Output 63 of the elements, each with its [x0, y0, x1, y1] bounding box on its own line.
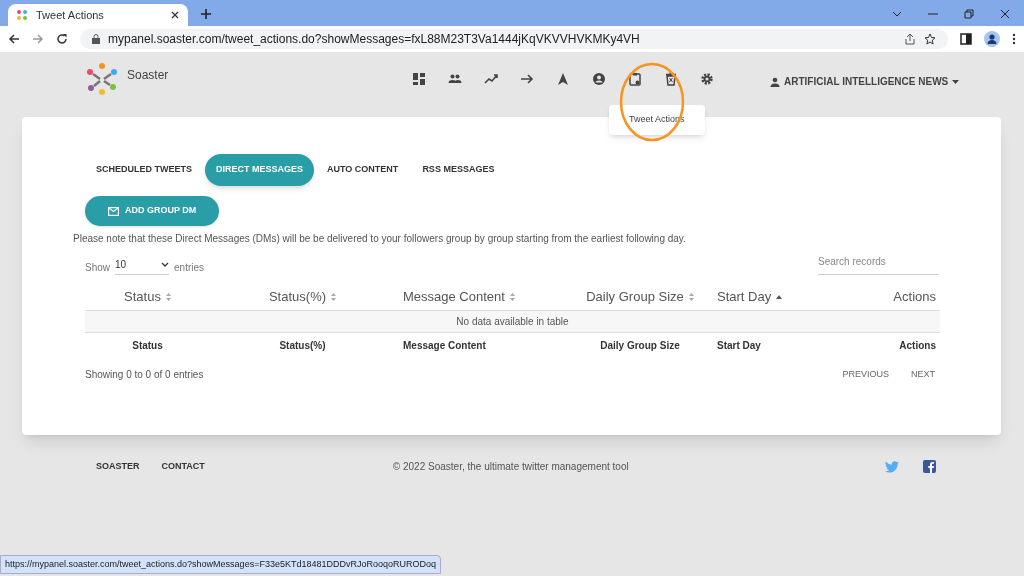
logo-icon[interactable] [85, 62, 119, 96]
column-header: Actions [893, 287, 936, 306]
pagination-button[interactable]: PREVIOUS [842, 367, 889, 382]
column-header[interactable]: Daily Group Size [586, 286, 684, 307]
column-header[interactable]: Message Content [403, 286, 505, 307]
entries-select[interactable]: 10 [115, 257, 169, 275]
column-footer: Actions [899, 337, 936, 353]
mail-icon [108, 206, 119, 216]
trash-icon[interactable] [664, 72, 678, 86]
clipboard-icon[interactable] [628, 72, 642, 86]
star-icon [924, 33, 936, 45]
tab[interactable]: AUTO CONTENT [316, 154, 410, 186]
copyright-text: © 2022 Soaster, the ultimate twitter management tool [392, 460, 629, 474]
app-logo-icon [16, 9, 28, 21]
share-icon [904, 33, 916, 45]
column-footer: Status [132, 337, 163, 353]
column-header[interactable]: Status [124, 286, 161, 307]
browser-tab[interactable]: Tweet Actions [8, 4, 188, 26]
people-icon[interactable] [448, 72, 462, 86]
tab-title: Tweet Actions [36, 7, 105, 23]
notice-text: Please note that these Direct Messages (DMs) will be be delivered to your followers group by group starting from the earliest following day. [73, 232, 687, 246]
chevron-down-icon[interactable] [892, 11, 902, 17]
address-bar[interactable]: mypanel.soaster.com/tweet_actions.do?showMessages=fxL88M23T3Va1444jKqVKVVHVKMKy4VH [80, 29, 948, 49]
footer-link[interactable]: SOASTER [96, 459, 140, 474]
trending-up-icon[interactable] [484, 72, 498, 86]
column-footer: Status(%) [279, 337, 326, 353]
tab[interactable]: SCHEDULED TWEETS [85, 154, 203, 186]
show-label: Show [85, 261, 110, 275]
more-icon[interactable] [1012, 33, 1016, 45]
close-icon[interactable] [1000, 9, 1010, 19]
column-footer: Start Day [717, 337, 761, 353]
chevron-down-icon [161, 262, 169, 267]
empty-table-row: No data available in table [85, 311, 940, 333]
account-menu[interactable]: ARTIFICIAL INTELLIGENCE NEWS [770, 74, 960, 89]
entries-label: entries [174, 261, 205, 275]
new-tab-icon[interactable] [200, 8, 212, 20]
column-header[interactable]: Status(%) [268, 286, 327, 307]
column-header[interactable]: Start Day [717, 286, 772, 307]
person-icon [770, 76, 780, 87]
search-field[interactable]: Search records [818, 254, 938, 275]
arrow-right-icon[interactable] [520, 72, 534, 86]
reload-icon[interactable] [56, 33, 68, 45]
column-footer: Message Content [403, 337, 486, 353]
restore-icon[interactable] [964, 9, 974, 19]
status-url: https://mypanel.soaster.com/tweet_actions.do?showMessages=F33e5KTd18481DDDvRJoRooqoRURODoq [0, 554, 441, 574]
dropdown-caret-icon [952, 79, 960, 84]
footer-link[interactable]: CONTACT [161, 459, 205, 474]
settings-icon[interactable] [700, 72, 714, 86]
tab[interactable]: RSS MESSAGES [411, 154, 506, 186]
table-info: Showing 0 to 0 of 0 entries [85, 368, 204, 382]
profile-avatar-icon[interactable] [984, 31, 1000, 47]
dashboard-icon[interactable] [412, 72, 426, 86]
close-icon[interactable] [170, 10, 180, 20]
forward-icon[interactable] [32, 33, 44, 45]
lock-icon [92, 34, 100, 44]
facebook-icon[interactable] [923, 460, 936, 473]
pagination-button[interactable]: NEXT [911, 367, 935, 382]
brand-name[interactable]: Soaster [127, 66, 169, 84]
back-icon[interactable] [8, 33, 20, 45]
navigation-icon[interactable] [556, 72, 570, 86]
account-circle-icon[interactable] [592, 72, 606, 86]
sidebar-icon[interactable] [960, 33, 972, 45]
column-footer: Daily Group Size [600, 337, 680, 353]
